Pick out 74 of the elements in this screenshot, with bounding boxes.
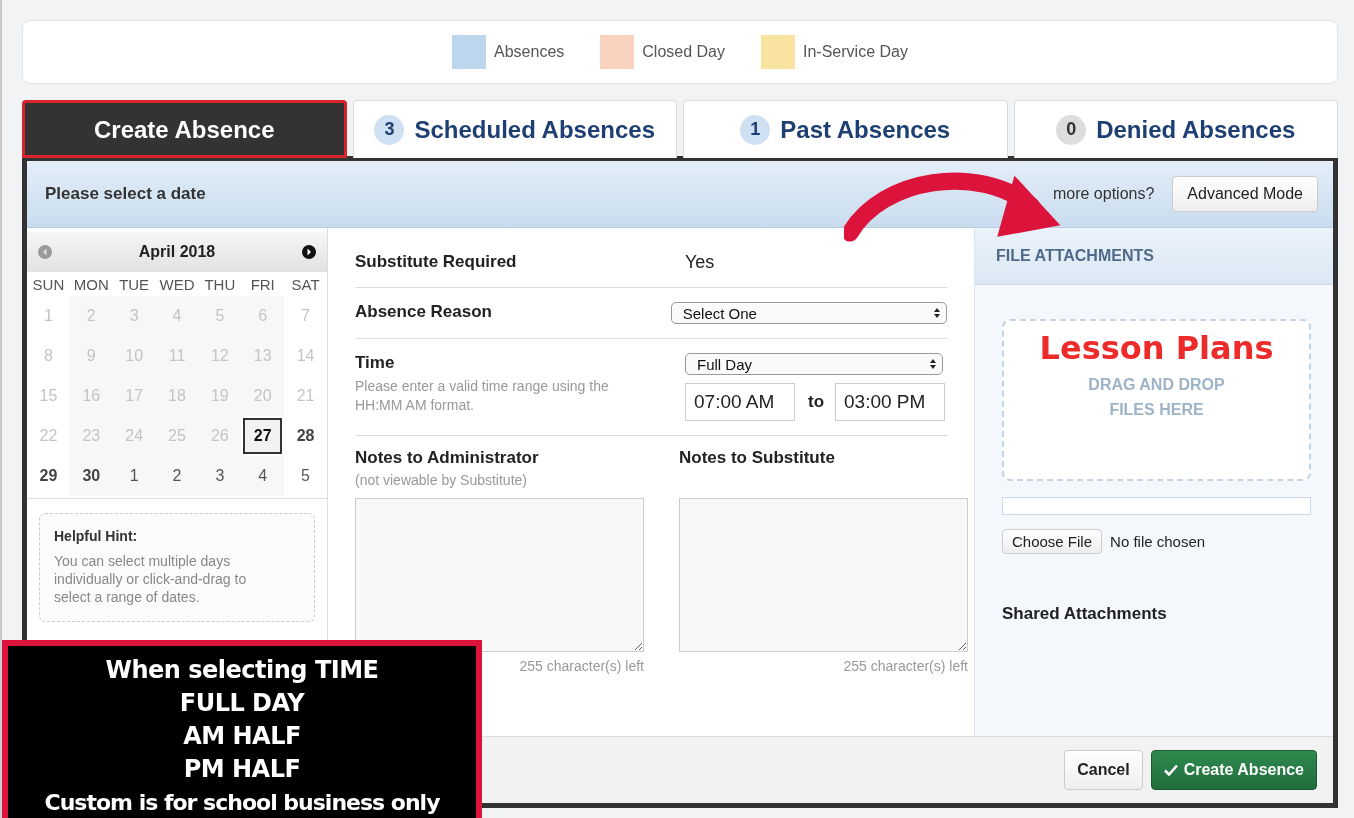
calendar-day[interactable]: 14 [284,336,327,376]
tab[interactable]: 1 Past Absences [683,100,1008,158]
weekday-label: TUE [118,274,151,295]
notes-field[interactable] [355,498,644,652]
calendar-day[interactable]: 1 [112,456,156,496]
legend-label: Closed Day [642,43,725,61]
character-counter: 255 character(s) left [842,658,968,674]
annotation-text: Custom is for school business only [43,789,441,817]
options-prompt: more options? [1052,185,1155,203]
calendar-day[interactable]: 27 [243,418,283,454]
previous-month-icon[interactable] [37,244,53,260]
calendar-day[interactable]: 1 [27,296,70,336]
field-label: Substitute Required [355,252,518,272]
tab[interactable]: 0 Denied Absences [1013,100,1338,158]
create-absence-button[interactable]: Create Absence [1150,750,1317,790]
calendar-day[interactable]: 8 [27,336,70,376]
weekday-label: SAT [290,274,321,295]
calendar-day[interactable]: 7 [284,296,327,336]
shared-attachments-title: Shared Attachments [1002,604,1168,624]
calendar-day[interactable]: 4 [241,456,285,496]
calendar-day[interactable]: 2 [155,456,199,496]
calendar-day[interactable]: 15 [27,376,70,416]
next-month-icon[interactable] [301,244,317,260]
hint-title: Helpful Hint: [54,528,139,544]
notes-label: Notes to Administrator [355,448,540,468]
annotation-label: Lesson Plans [1039,329,1274,367]
notes-field[interactable] [679,498,968,652]
weekday-label: WED [158,274,196,295]
choose-file-button[interactable]: Choose File [1002,529,1103,554]
calendar-day[interactable]: 30 [69,456,113,496]
calendar-day[interactable]: 5 [284,456,327,496]
check-icon [1163,764,1178,776]
cancel-button[interactable]: Cancel [1064,750,1143,790]
tab[interactable]: 3 Scheduled Absences [352,100,677,158]
field-label: Absence Reason [355,302,493,322]
file-status: No file chosen [1110,533,1206,550]
weekday-label: SUN [31,274,66,295]
drop-text: DRAG AND DROP FILES HERE [1087,375,1226,420]
help-text: Please enter a valid time range using the HH:MM AM format. [355,377,610,415]
calendar-day[interactable]: 3 [198,456,242,496]
drop-zone[interactable]: Lesson Plans DRAG AND DROP FILES HERE [1002,319,1311,481]
weekday-label: FRI [249,274,276,295]
hint-text: You can select multiple days individually or click-and-drag to select a range of dates. [54,552,248,607]
updown-icon [929,358,937,370]
annotation-text: FULL DAY [178,688,306,719]
notes-sublabel: (not viewable by Substitute) [355,472,528,490]
header-title: Please select a date [45,184,206,204]
field-value: Yes [685,252,715,273]
reason-dropdown[interactable]: Select One [670,302,947,324]
calendar-day[interactable]: 28 [284,416,327,456]
calendar-day[interactable]: 29 [27,456,70,496]
annotation-text: PM HALF [182,754,302,785]
calendar-day[interactable]: 21 [284,376,327,416]
advanced-mode-button[interactable]: Advanced Mode [1172,176,1318,212]
weekday-label: THU [203,274,237,295]
legend-label: Absences [494,43,565,61]
end-time-field[interactable]: 03:00 PM [835,383,946,421]
count-badge: 3 [374,114,405,145]
month-title: April 2018 [138,243,216,261]
updown-icon [933,307,941,319]
count-badge: 0 [1056,114,1087,145]
notes-label: Notes to Substitute [679,448,836,468]
attachments-title: FILE ATTACHMENTS [996,247,1154,265]
calendar-day[interactable]: 22 [27,416,70,456]
field-label: Time [355,353,396,373]
legend-label: In-Service Day [803,43,908,61]
tab[interactable]: Create Absence [22,100,347,158]
time-mode-dropdown[interactable]: Full Day [685,353,943,375]
count-badge: 1 [740,114,771,145]
weekday-label: MON [72,274,110,295]
start-time-field[interactable]: 07:00 AM [685,383,795,421]
annotation-text: AM HALF [182,721,302,752]
annotation-text: When selecting TIME [104,655,380,686]
to-label: to [808,392,825,412]
